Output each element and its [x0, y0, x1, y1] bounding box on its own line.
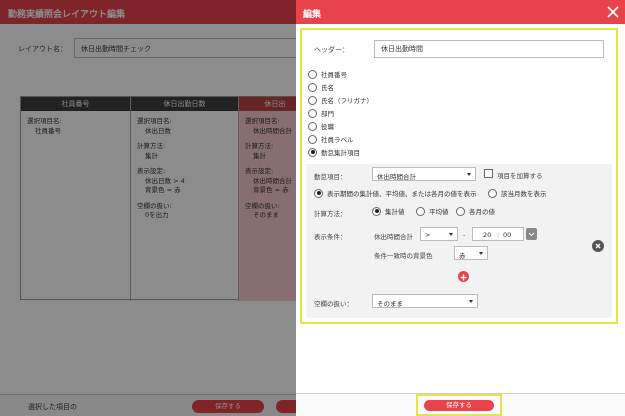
item-type-name[interactable]: 氏名	[308, 81, 334, 93]
item-type-employee-number[interactable]: 社員番号	[308, 68, 347, 80]
remove-item-button[interactable]	[592, 240, 604, 252]
radio-button[interactable]	[308, 69, 317, 79]
radio-button[interactable]	[308, 134, 317, 144]
calc-option-average[interactable]: 平均値	[416, 205, 449, 217]
condition-time-input[interactable]: 20 : 00	[472, 227, 524, 241]
radio-button[interactable]	[308, 82, 317, 92]
chevron-down-icon	[528, 232, 535, 237]
plus-icon	[460, 274, 467, 281]
save-button-highlight: 保存する	[416, 394, 502, 416]
item-type-position[interactable]: 役職	[308, 120, 334, 132]
close-icon	[607, 6, 619, 18]
attendance-item-select[interactable]: 休出時間合計	[372, 167, 476, 181]
blank-handling-select[interactable]: そのまま	[372, 294, 478, 308]
radio-button-selected[interactable]	[314, 188, 323, 198]
calc-option-monthly[interactable]: 各月の値	[456, 205, 495, 217]
blank-handling-label: 空欄の扱い：	[314, 300, 353, 308]
select-value: >	[425, 231, 431, 239]
chevron-down-icon	[479, 252, 483, 255]
radio-label: 氏名	[321, 84, 334, 92]
condition-dash: -	[463, 231, 466, 239]
close-button[interactable]	[605, 4, 621, 20]
calc-method-label: 計算方法：	[314, 210, 347, 218]
condition-item-name: 休出時間合計	[374, 233, 413, 241]
time-hours: 20	[483, 231, 492, 239]
radio-button[interactable]	[416, 206, 425, 216]
radio-button[interactable]	[456, 206, 465, 216]
close-icon	[595, 243, 601, 249]
save-button[interactable]: 保存する	[424, 400, 494, 411]
add-item-checkbox[interactable]	[484, 169, 493, 178]
condition-operator-select[interactable]: >	[420, 227, 458, 241]
modal-header: 編集	[296, 0, 625, 24]
chevron-down-icon	[449, 233, 453, 236]
radio-button[interactable]	[308, 108, 317, 118]
chevron-down-icon	[469, 300, 473, 303]
modal-title: 編集	[303, 10, 322, 20]
header-input[interactable]	[374, 40, 604, 58]
radio-label: 社員ラベル	[321, 136, 354, 144]
item-type-department[interactable]: 部門	[308, 107, 334, 119]
header-label: ヘッダー：	[314, 46, 349, 54]
edit-modal: 編集 ヘッダー： 社員番号 氏名 氏名（フリガナ） 部門 役職	[296, 0, 625, 416]
time-minutes: 00	[503, 231, 512, 239]
bg-color-label: 条件一致時の背景色	[374, 252, 433, 260]
radio-label: 集計値	[385, 208, 405, 216]
radio-label: 各月の値	[469, 208, 495, 216]
item-type-attendance-total[interactable]: 勤怠集計項目	[308, 146, 360, 158]
attendance-item-label: 勤怠項目：	[314, 173, 347, 181]
radio-button[interactable]	[308, 95, 317, 105]
radio-button[interactable]	[308, 121, 317, 131]
radio-label: 該当月数を表示	[501, 190, 547, 198]
add-condition-button[interactable]	[458, 271, 469, 282]
radio-label: 役職	[321, 123, 334, 131]
chevron-down-icon	[467, 173, 471, 176]
time-picker-button[interactable]	[526, 228, 537, 240]
display-option-aggregate[interactable]: 表示期間の集計値、平均値、または各月の値を表示	[314, 187, 477, 199]
select-value: 赤	[459, 252, 466, 260]
radio-button-selected[interactable]	[308, 147, 317, 157]
modal-footer: 保存する	[296, 393, 625, 416]
add-item-label: 項目を加算する	[497, 172, 543, 180]
radio-label: 勤怠集計項目	[321, 149, 360, 157]
edit-form-highlight: ヘッダー： 社員番号 氏名 氏名（フリガナ） 部門 役職 社員ラベル 勤怠集	[300, 28, 618, 324]
calc-option-total[interactable]: 集計値	[372, 205, 405, 217]
attendance-settings-panel: 勤怠項目： 休出時間合計 項目を加算する 表示期間の集計値、平均値、または各月の…	[306, 164, 612, 318]
item-type-employee-label[interactable]: 社員ラベル	[308, 133, 354, 145]
display-option-month-count[interactable]: 該当月数を表示	[488, 187, 547, 199]
select-value: 休出時間合計	[377, 173, 416, 181]
radio-label: 部門	[321, 110, 334, 118]
select-value: そのまま	[377, 300, 403, 308]
radio-label: 社員番号	[321, 71, 347, 79]
display-condition-label: 表示条件：	[314, 233, 347, 241]
bg-color-select[interactable]: 赤	[454, 246, 488, 260]
radio-button[interactable]	[488, 188, 497, 198]
radio-button-selected[interactable]	[372, 206, 381, 216]
radio-label: 表示期間の集計値、平均値、または各月の値を表示	[327, 190, 477, 198]
item-type-name-kana[interactable]: 氏名（フリガナ）	[308, 94, 373, 106]
time-separator: :	[497, 231, 500, 239]
radio-label: 平均値	[429, 208, 449, 216]
radio-label: 氏名（フリガナ）	[321, 97, 373, 105]
